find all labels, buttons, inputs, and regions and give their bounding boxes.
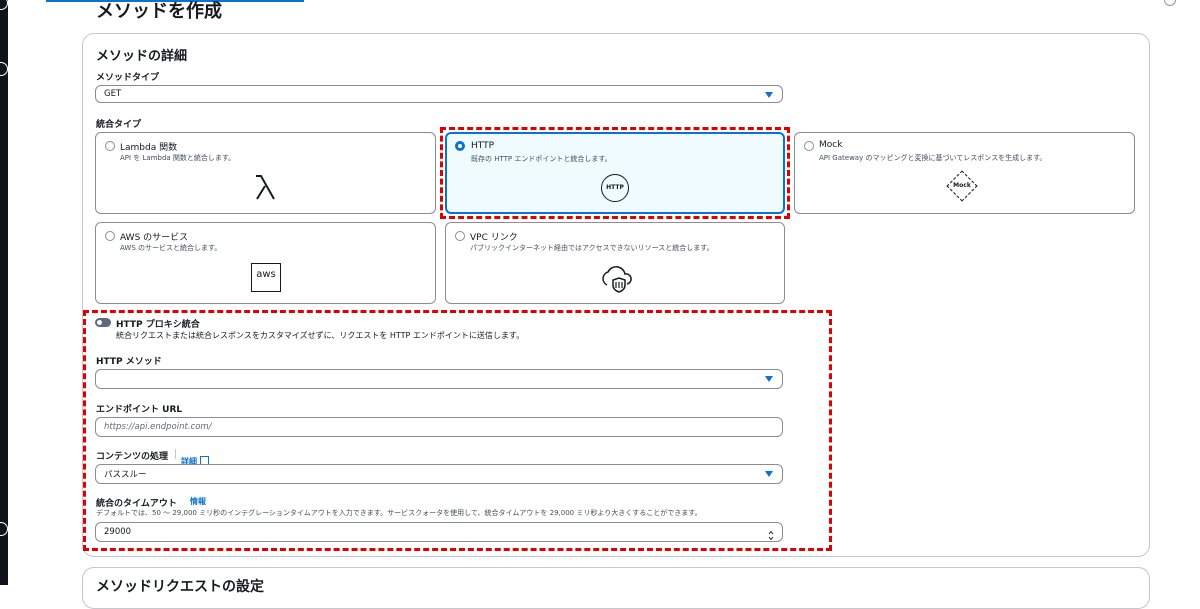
nav-rail-icon[interactable]	[0, 522, 8, 536]
settings-icon[interactable]	[1164, 0, 1176, 6]
radio-button[interactable]	[105, 231, 115, 241]
card-title: AWS のサービス	[120, 233, 189, 243]
card-description: API Gateway のマッピングと変換に基づいてレスポンスを生成します。	[819, 154, 1047, 162]
lambda-icon	[252, 173, 278, 205]
aws-icon-text: aws	[256, 269, 276, 280]
caret-down-icon	[765, 92, 773, 98]
integration-card-mock[interactable]: Mock API Gateway のマッピングと変換に基づいてレスポンスを生成し…	[794, 132, 1135, 214]
radio-button[interactable]	[804, 141, 814, 151]
integration-card-lambda[interactable]: Lambda 関数 API を Lambda 関数と統合します。	[95, 132, 436, 214]
section-heading: メソッドの詳細	[96, 49, 188, 64]
card-description: パブリックインターネット経由ではアクセスできないリソースと統合します。	[470, 244, 714, 252]
integration-type-label: 統合タイプ	[96, 120, 142, 130]
highlight-box-http-settings	[83, 310, 832, 551]
vpc-link-icon	[599, 261, 633, 297]
nav-rail-icon[interactable]	[0, 0, 8, 10]
card-title: Mock	[819, 140, 843, 150]
card-title: Lambda 関数	[120, 143, 178, 153]
card-title: VPC リンク	[470, 233, 518, 243]
aws-icon: aws	[251, 263, 281, 292]
left-side-nav-rail	[0, 0, 8, 585]
highlight-box-http-card	[440, 127, 790, 219]
card-description: AWS のサービスと統合します。	[120, 244, 222, 252]
integration-card-vpc-link[interactable]: VPC リンク パブリックインターネット経由ではアクセスできないリソースと統合し…	[445, 222, 785, 304]
radio-button[interactable]	[455, 231, 465, 241]
method-type-select[interactable]: GET	[95, 85, 783, 103]
integration-card-aws-service[interactable]: AWS のサービス AWS のサービスと統合します。 aws	[95, 222, 436, 304]
nav-rail-icon[interactable]	[0, 62, 8, 76]
card-description: API を Lambda 関数と統合します。	[120, 154, 236, 162]
method-type-label: メソッドタイプ	[96, 73, 160, 83]
page-title: メソッドを作成	[96, 1, 222, 22]
section-heading: メソッドリクエストの設定	[96, 579, 264, 595]
mock-icon-text: Mock	[953, 182, 971, 189]
radio-button[interactable]	[105, 141, 115, 151]
method-type-value: GET	[104, 89, 122, 99]
